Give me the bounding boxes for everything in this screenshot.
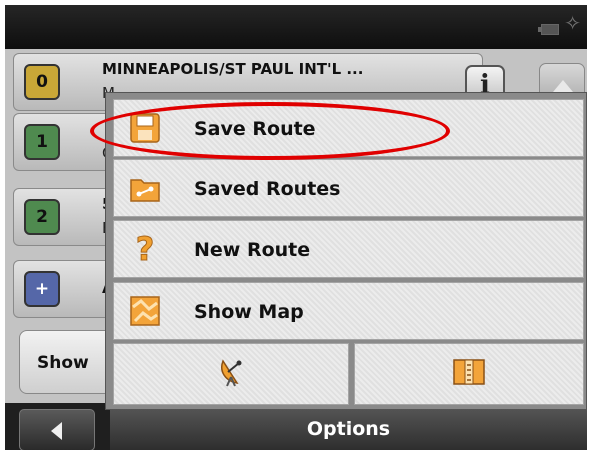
menu-item-label: Save Route [194,118,316,140]
options-menu: Save Route Saved Routes ? New Route Show… [105,92,587,410]
status-bar: ✧ [5,5,587,49]
device-screen: ✧ 0 MINNEAPOLIS/ST PAUL INT'L ... M 1 C … [5,5,587,450]
options-menu-title: Options [110,409,587,450]
back-button[interactable] [19,409,95,450]
svg-text:?: ? [136,232,155,266]
add-stop-badge: + [24,271,60,307]
menu-item-new-route[interactable]: ? New Route [113,220,584,278]
floppy-disk-icon [128,111,162,145]
itinerary-book-icon [452,358,486,390]
gps-status-button[interactable] [113,343,349,405]
arrow-left-icon [51,422,62,440]
stop-title: MINNEAPOLIS/ST PAUL INT'L ... [102,60,364,78]
menu-item-label: New Route [194,239,311,261]
menu-item-label: Saved Routes [194,178,341,200]
stop-badge: 0 [24,64,60,100]
stop-badge: 2 [24,199,60,235]
menu-item-label: Show Map [194,301,304,323]
show-button[interactable]: Show [19,330,119,394]
question-mark-icon: ? [128,232,162,266]
menu-item-save-route[interactable]: Save Route [113,99,584,157]
menu-item-show-map[interactable]: Show Map [113,282,584,340]
itinerary-button[interactable] [354,343,584,405]
battery-icon [538,24,559,35]
gps-satellite-icon [217,357,245,391]
menu-item-saved-routes[interactable]: Saved Routes [113,159,584,217]
route-folder-icon [128,171,162,205]
gps-signal-icon: ✧ [564,11,581,35]
map-icon [128,294,162,328]
arrow-up-icon [553,80,573,92]
stop-badge: 1 [24,124,60,160]
